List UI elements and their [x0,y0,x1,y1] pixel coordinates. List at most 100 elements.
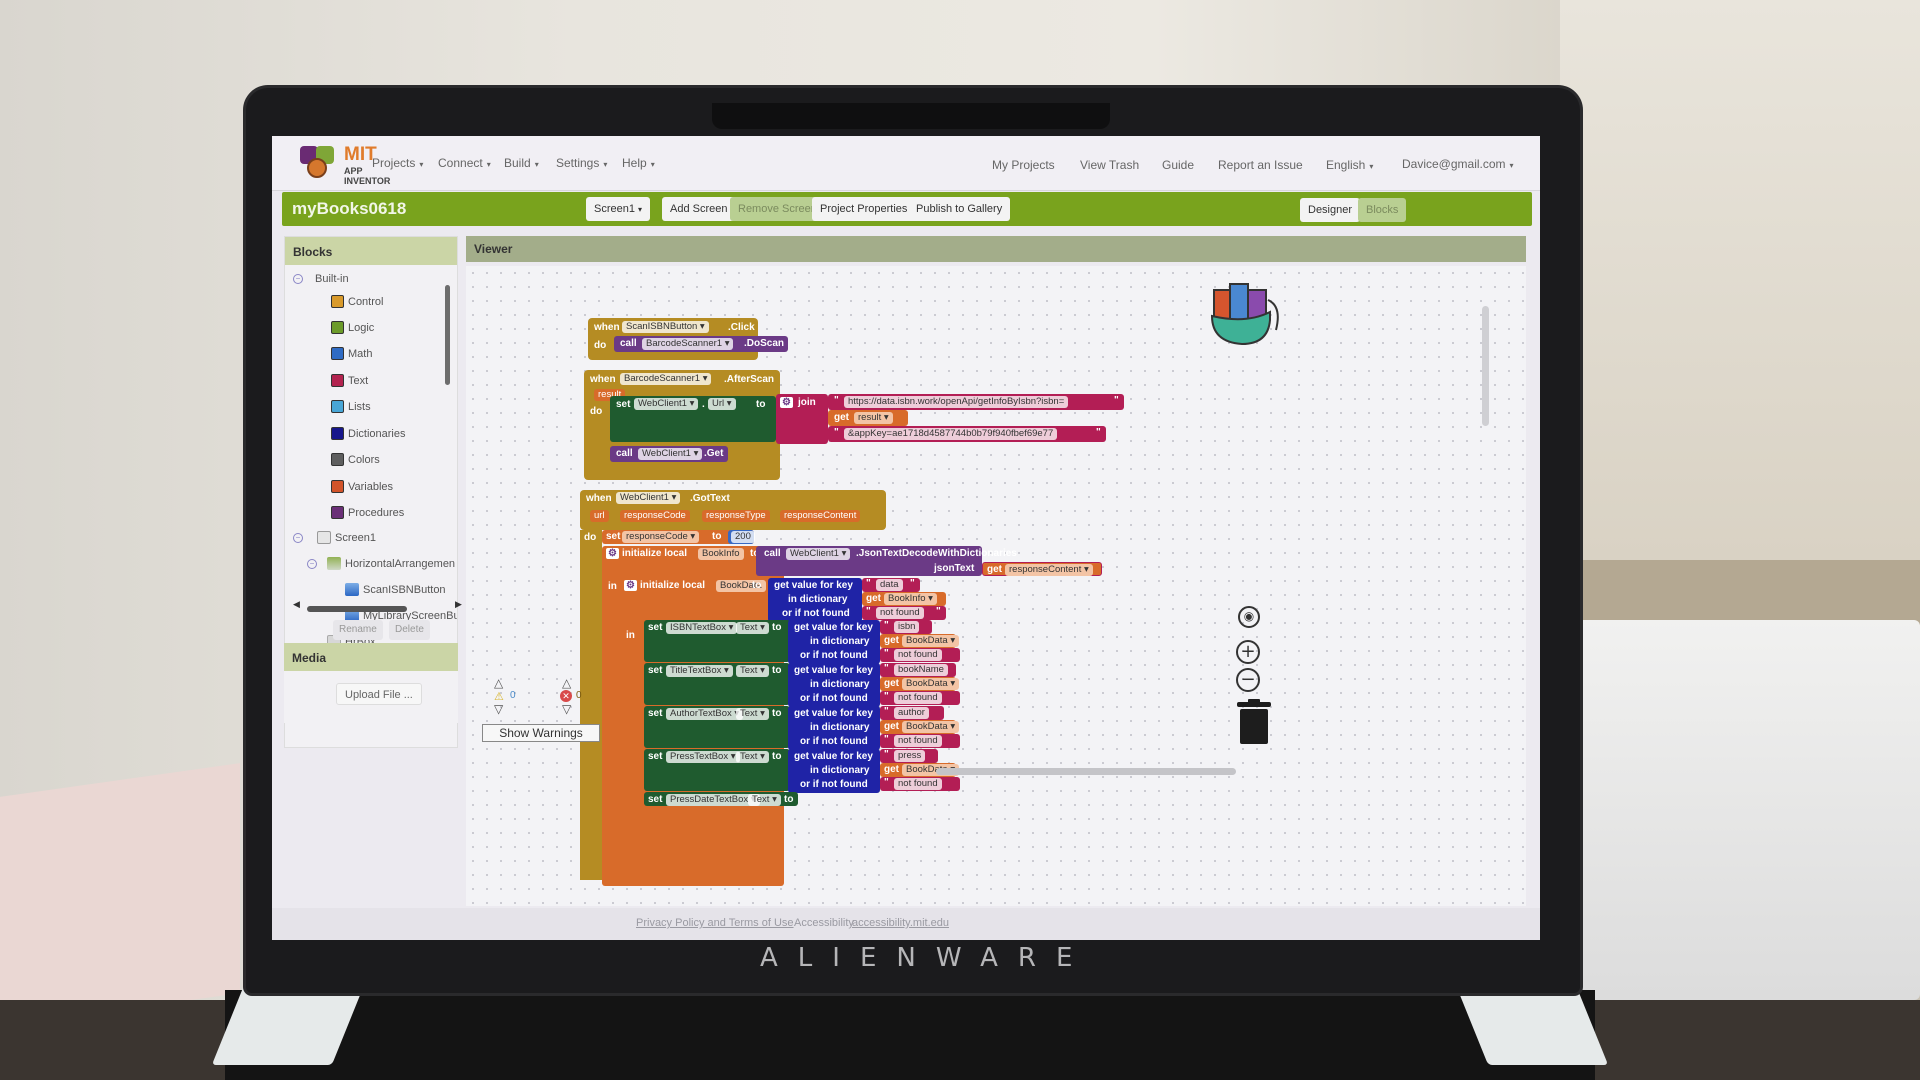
call-block-jsondecode[interactable]: call WebClient1 ▾ .JsonTextDecodeWithDic… [756,546,1017,576]
property-dropdown[interactable]: Text ▾ [748,794,781,806]
tree-component-horizontal-arrangement[interactable]: − HorizontalArrangemen [307,557,455,570]
variable-dropdown[interactable]: BookInfo ▾ [884,593,937,605]
menu-build[interactable]: Build ▾ [504,156,539,170]
tree-item-variables[interactable]: Variables [331,480,393,493]
get-block[interactable]: get BookInfo ▾ [862,592,946,606]
privacy-policy-link[interactable]: Privacy Policy and Terms of Use [636,917,794,929]
get-block[interactable]: getBookData ▾ [880,634,960,648]
tree-item-math[interactable]: Math [331,347,372,360]
variable-dropdown[interactable]: BookData ▾ [902,721,960,733]
variable-dropdown[interactable]: result ▾ [854,412,893,424]
call-block-webclient-get[interactable]: call WebClient1 ▾ .Get [610,446,728,462]
menu-settings[interactable]: Settings ▾ [556,156,607,170]
variable-dropdown[interactable]: responseContent ▾ [1005,564,1093,576]
upload-file-button[interactable]: Upload File ... [336,683,422,705]
text-field[interactable]: not found [894,692,942,704]
tree-vertical-scrollbar[interactable] [445,285,450,385]
tree-item-control[interactable]: Control [331,295,383,308]
menu-projects[interactable]: Projects ▾ [372,156,423,170]
component-dropdown[interactable]: TitleTextBox ▾ [666,665,733,677]
component-dropdown[interactable]: PressDateTextBox ▾ [666,794,760,806]
text-block[interactable]: " not found [880,777,960,791]
workspace-horizontal-scrollbar[interactable] [936,768,1236,775]
text-field[interactable]: not found [894,649,942,661]
gear-icon[interactable]: ⚙ [780,397,793,408]
tree-item-procedures[interactable]: Procedures [331,506,404,519]
set-block-webclient-url[interactable]: set WebClient1 ▾ . Url ▾ to [610,396,776,442]
scroll-right-arrow-icon[interactable]: ▶ [455,599,462,610]
previous-warning-arrow-icon[interactable]: △ [494,676,503,690]
zoom-out-icon[interactable]: − [1236,668,1260,692]
blocks-workspace[interactable]: when ScanISBNButton ▾ .Click do call Bar… [466,266,1526,906]
account-menu[interactable]: Davice@gmail.com ▾ [1402,157,1514,171]
tree-component-scanisbnbutton[interactable]: ScanISBNButton [345,583,446,596]
component-dropdown[interactable]: AuthorTextBox ▾ [666,708,744,720]
recenter-icon[interactable]: ◉ [1238,606,1260,628]
text-field[interactable]: press [894,750,926,762]
text-field[interactable]: https://data.isbn.work/openApi/getInfoBy… [844,396,1069,408]
text-field[interactable]: &appKey=ae1718d4587744b0b79f940fbef69e77 [844,428,1058,440]
text-field[interactable]: data [876,579,903,591]
text-block[interactable]: " author [880,706,944,720]
component-dropdown[interactable]: WebClient1 ▾ [634,398,699,410]
dictionary-lookup-block[interactable]: get value for key in dictionary or if no… [768,578,862,622]
link-view-trash[interactable]: View Trash [1080,158,1139,172]
number-field[interactable]: 200 [731,531,755,543]
tree-item-colors[interactable]: Colors [331,453,380,466]
property-dropdown[interactable]: Text ▾ [736,665,769,677]
text-block[interactable]: " not found " [862,606,946,620]
text-block[interactable]: " press [880,749,938,763]
zoom-in-icon[interactable]: + [1236,640,1260,664]
variable-dropdown[interactable]: BookData ▾ [902,678,960,690]
tree-component-screen1[interactable]: − Screen1 [293,531,376,544]
dictionary-lookup-block[interactable]: get value for key in dictionary or if no… [788,706,880,750]
variable-dropdown[interactable]: responseCode ▾ [622,531,700,543]
scroll-left-arrow-icon[interactable]: ◀ [293,599,300,610]
component-dropdown[interactable]: BarcodeScanner1 ▾ [620,373,712,385]
workspace-vertical-scrollbar[interactable] [1482,306,1489,426]
text-block[interactable]: " bookName [880,663,956,677]
show-warnings-button[interactable]: Show Warnings [482,724,600,742]
backpack-icon[interactable] [1206,280,1286,350]
gear-icon[interactable]: ⚙ [606,548,619,559]
set-block-textbox[interactable]: set ISBNTextBox ▾ Text ▾ to [644,620,790,662]
component-dropdown[interactable]: WebClient1 ▾ [786,548,851,560]
text-field[interactable]: author [894,707,929,719]
next-error-arrow-icon[interactable]: ▽ [562,702,571,716]
variable-dropdown[interactable]: BookData ▾ [902,635,960,647]
get-block[interactable]: getBookData ▾ [880,720,960,734]
event-param[interactable]: responseType [702,510,770,522]
project-properties-button[interactable]: Project Properties [812,197,916,221]
event-param[interactable]: responseCode [620,510,690,522]
tree-item-dictionaries[interactable]: Dictionaries [331,427,405,440]
remove-screen-button[interactable]: Remove Screen [730,197,825,221]
get-block-result[interactable]: get result ▾ [828,410,908,426]
link-guide[interactable]: Guide [1162,158,1194,172]
set-block-textbox[interactable]: set PressDateTextBox ▾ Text ▾ to [644,792,798,806]
get-block-responsecontent[interactable]: get responseContent ▾ [982,562,1102,576]
event-param[interactable]: url [590,510,609,522]
collapse-icon[interactable]: − [307,558,317,569]
component-dropdown[interactable]: WebClient1 ▾ [616,492,681,504]
component-dropdown[interactable]: ISBNTextBox ▾ [666,622,738,634]
gear-icon[interactable]: ⚙ [624,580,637,591]
local-variable-name[interactable]: BookInfo [698,548,744,560]
property-dropdown[interactable]: Text ▾ [736,751,769,763]
tree-item-text[interactable]: Text [331,374,368,387]
property-dropdown[interactable]: Text ▾ [736,622,769,634]
set-block-textbox[interactable]: set TitleTextBox ▾ Text ▾ to [644,663,790,705]
next-warning-arrow-icon[interactable]: ▽ [494,702,503,716]
publish-to-gallery-button[interactable]: Publish to Gallery [908,197,1011,221]
text-block-appkey[interactable]: " &appKey=ae1718d4587744b0b79f940fbef69e… [828,426,1106,442]
rename-button[interactable]: Rename [333,620,383,640]
collapse-icon[interactable]: − [293,532,303,543]
trash-icon[interactable] [1235,698,1273,746]
component-dropdown[interactable]: WebClient1 ▾ [638,448,703,460]
get-block[interactable]: getBookData ▾ [880,677,960,691]
event-block-gottext[interactable]: when WebClient1 ▾ .GotText url responseC… [580,490,886,530]
property-dropdown[interactable]: Url ▾ [708,398,736,410]
text-field[interactable]: not found [894,778,942,790]
collapse-icon[interactable]: − [293,274,303,284]
join-block[interactable]: ⚙ join [776,394,828,444]
text-block-url[interactable]: " https://data.isbn.work/openApi/getInfo… [828,394,1124,410]
